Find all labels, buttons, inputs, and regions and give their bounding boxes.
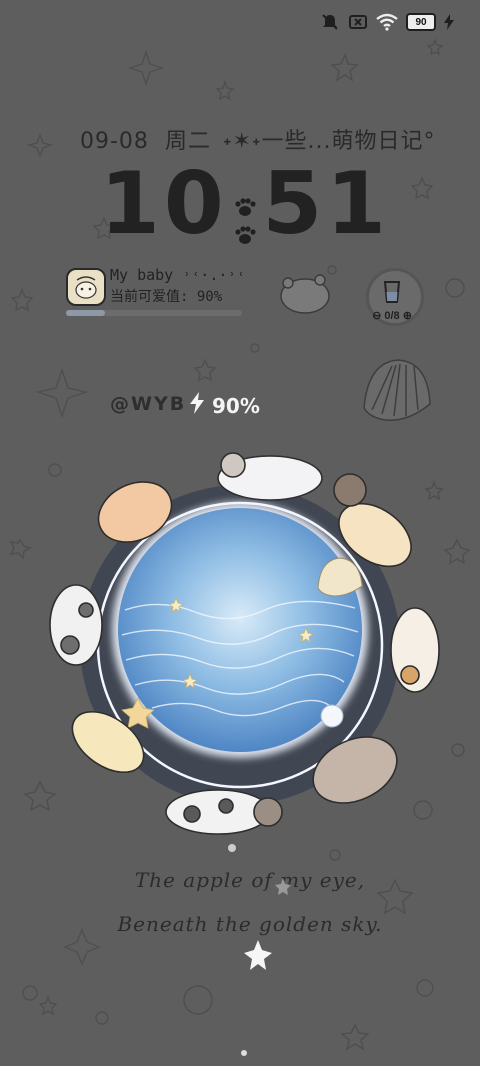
lightning-icon [190, 392, 204, 419]
home-indicator[interactable] [241, 1050, 247, 1056]
pet-cuteness: 当前可爱值: 90% [110, 289, 223, 305]
charging-animation [49, 452, 440, 852]
sparkle-star-icon[interactable] [238, 936, 278, 976]
mute-bell-icon [320, 12, 340, 32]
pearl [320, 704, 344, 728]
pet-widget[interactable]: My baby ˒˓·.·˒˓ 当前可爱值: 90% [66, 266, 246, 320]
small-star-icon [275, 878, 291, 895]
clock-hour: 10 [100, 154, 228, 254]
no-sim-icon [348, 13, 368, 31]
date-text: 09-08 [80, 129, 149, 154]
pet-name: My baby ˒˓·.·˒˓ [110, 266, 246, 284]
date-line: 09-08 周二 ˖✶˖一些...萌物日记° [80, 123, 436, 155]
handle-text: @WYB [110, 393, 187, 415]
lock-screen: { "status_bar": { "icons": ["mute-bell-i… [0, 0, 480, 1066]
status-bar: 90 [320, 10, 454, 34]
pet-progress-fill [66, 310, 105, 316]
battery-percent: 90% [212, 393, 260, 418]
quote-line-2: Beneath the golden sky. [117, 912, 383, 936]
clock[interactable]: 10 51 [100, 154, 390, 254]
charging-indicator: 90% [190, 392, 260, 419]
bear-sticker [280, 274, 330, 314]
weekday-text: 周二 [164, 129, 211, 154]
tagline-text: ˖✶˖一些...萌物日记° [222, 129, 436, 154]
seashell-decoration [363, 359, 431, 421]
water-count[interactable]: ⊖ 0/8 ⊕ [369, 309, 415, 322]
clock-minute: 51 [262, 154, 390, 254]
pet-avatar-icon [66, 268, 106, 306]
pet-progress-bar [66, 310, 242, 316]
paw-separator-icon [230, 174, 260, 244]
quote-line-1: The apple of my eye, [134, 868, 366, 892]
charging-bolt-icon [444, 14, 454, 30]
battery-icon: 90 [406, 13, 436, 31]
wifi-icon [376, 13, 398, 31]
